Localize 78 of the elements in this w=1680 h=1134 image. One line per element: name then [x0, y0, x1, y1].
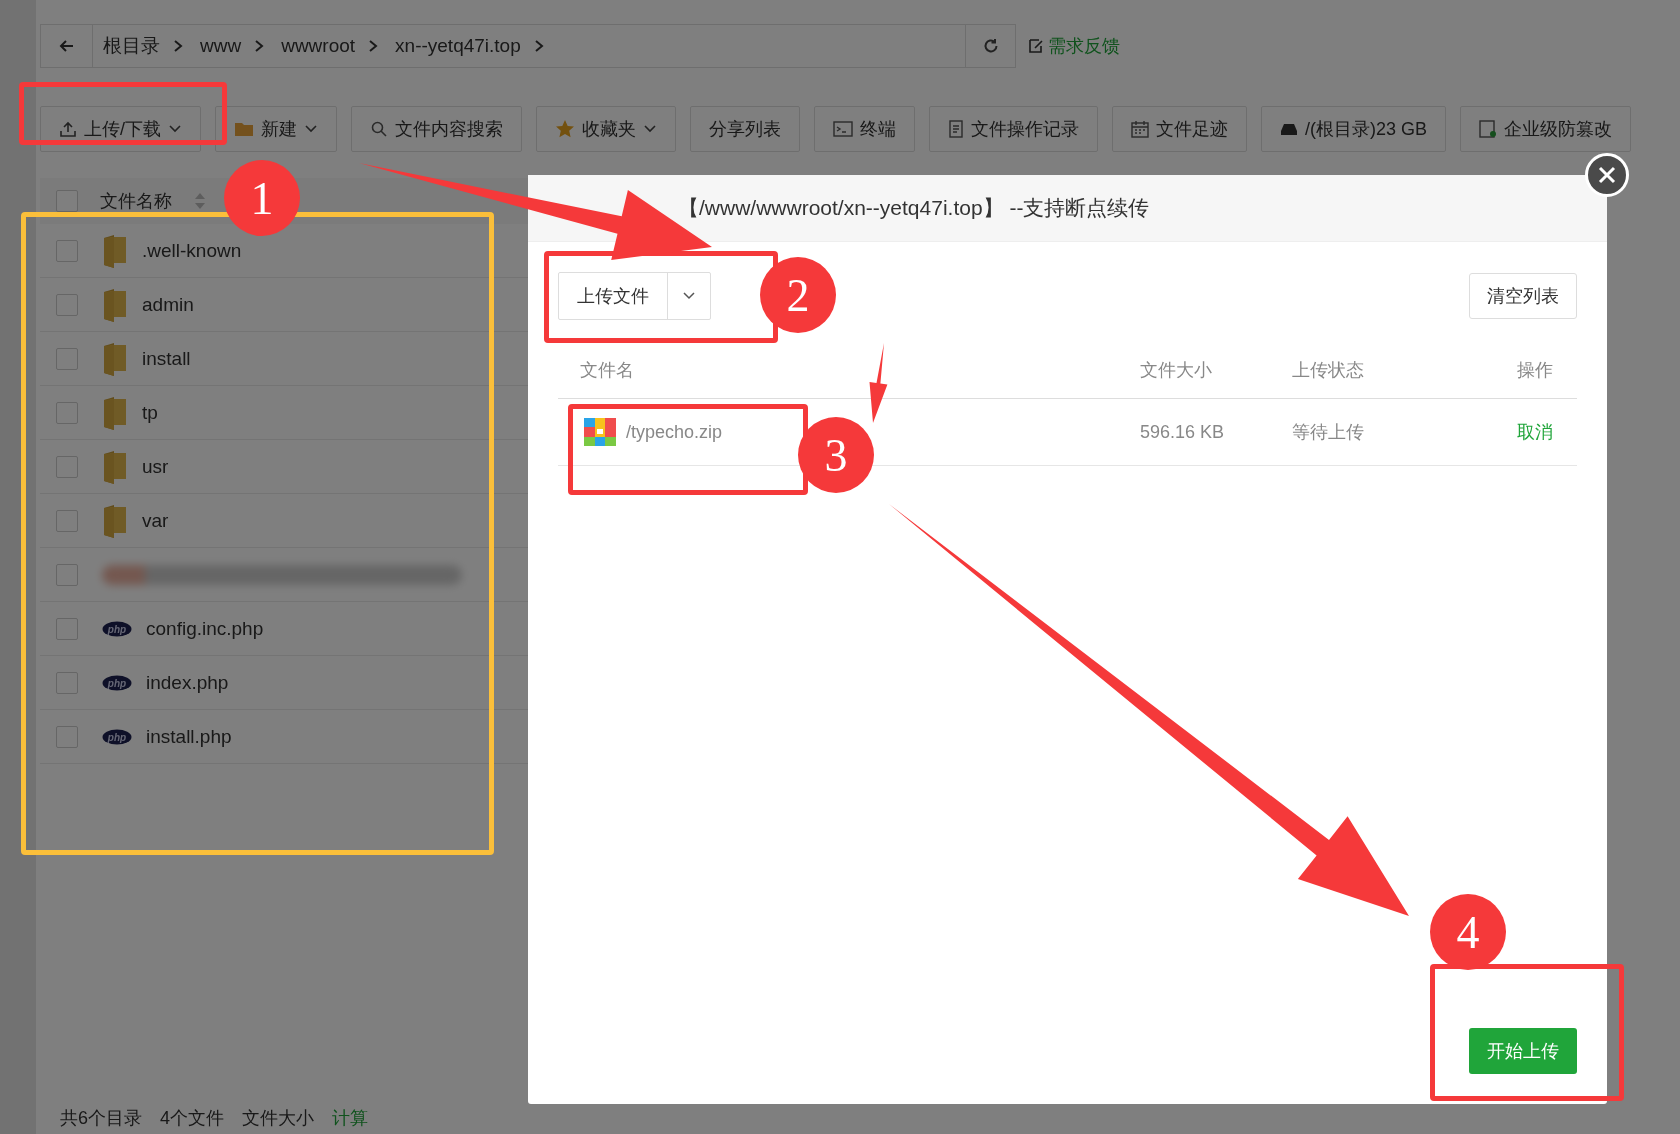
toolbar-button[interactable]: /(根目录)23 GB [1261, 106, 1447, 152]
file-name[interactable]: var [142, 509, 169, 532]
toolbar-button[interactable]: 企业级防篡改 [1460, 106, 1632, 152]
row-checkbox[interactable] [56, 347, 78, 370]
breadcrumb-item[interactable]: www [190, 35, 254, 57]
file-name: /typecho.zip [626, 421, 723, 443]
php-file-icon: php [102, 728, 132, 745]
caret-icon [682, 291, 696, 301]
toolbar-button[interactable]: 新建 [215, 106, 337, 152]
clear-list-button[interactable]: 清空列表 [1469, 273, 1577, 319]
cancel-link[interactable]: 取消 [1433, 420, 1577, 444]
folder-icon [102, 503, 128, 538]
select-all-checkbox[interactable] [56, 190, 78, 212]
row-checkbox[interactable] [56, 293, 78, 316]
directory-count: 共6个目录 [60, 1107, 142, 1130]
column-header: 操作 [1516, 359, 1554, 382]
calendar-icon [1131, 120, 1149, 138]
toolbar-button[interactable]: 分享列表 [690, 106, 800, 152]
caret-icon [304, 124, 318, 134]
document-icon [948, 120, 964, 138]
sort-icon [194, 192, 206, 210]
php-file-icon: php [102, 674, 132, 691]
folder-icon [234, 121, 254, 137]
upload-icon [59, 120, 77, 138]
calculate-link[interactable]: 计算 [332, 1106, 369, 1130]
column-header[interactable]: 文件名称 [100, 189, 172, 213]
upload-file-button[interactable]: 上传文件 [558, 272, 711, 320]
upload-status: 等待上传 [1292, 421, 1365, 444]
file-name[interactable]: admin [142, 293, 194, 316]
start-upload-button[interactable]: 开始上传 [1469, 1028, 1577, 1074]
file-name[interactable]: usr [142, 455, 169, 478]
star-icon [555, 119, 575, 139]
breadcrumb-item[interactable]: xn--yetq47i.top [385, 35, 533, 57]
toolbar-button[interactable]: 收藏夹 [536, 106, 676, 152]
dialog-title: 【/www/wwwroot/xn--yetq47i.top】 --支持断点续传 [678, 195, 1150, 221]
folder-icon [102, 395, 128, 430]
toolbar-button[interactable]: 文件内容搜索 [351, 106, 522, 152]
file-size: 596.16 KB [1140, 421, 1226, 443]
row-checkbox[interactable] [56, 671, 78, 694]
column-header: 文件名 [579, 359, 635, 382]
feedback-link[interactable]: 需求反馈 [1028, 34, 1120, 58]
file-count: 4个文件 [160, 1107, 225, 1130]
folder-icon [102, 287, 128, 322]
chevron-icon [253, 39, 266, 53]
folder-icon [102, 449, 128, 484]
file-name[interactable]: tp [142, 401, 158, 424]
row-checkbox[interactable] [56, 401, 78, 424]
row-checkbox[interactable] [56, 617, 78, 640]
edit-icon [1028, 38, 1044, 54]
close-icon [1596, 164, 1618, 186]
row-checkbox[interactable] [56, 239, 78, 262]
php-file-icon: php [102, 620, 132, 637]
column-header: 文件大小 [1140, 359, 1213, 382]
caret-icon [643, 124, 657, 134]
chevron-icon [172, 39, 184, 53]
file-name[interactable]: .well-known [142, 239, 242, 262]
row-checkbox[interactable] [56, 455, 78, 478]
file-name[interactable]: index.php [146, 671, 229, 694]
toolbar-button[interactable]: 文件足迹 [1112, 106, 1247, 152]
search-icon [370, 120, 388, 138]
folder-icon [102, 341, 128, 376]
breadcrumb-item[interactable]: 根目录 [93, 33, 172, 59]
chevron-icon [367, 39, 380, 53]
row-checkbox[interactable] [56, 725, 78, 748]
terminal-icon [833, 120, 853, 138]
toolbar-button[interactable]: 终端 [814, 106, 915, 152]
file-name[interactable]: install [142, 347, 191, 370]
row-checkbox[interactable] [56, 509, 78, 532]
toolbar-button[interactable]: 文件操作记录 [929, 106, 1098, 152]
archive-icon [584, 418, 616, 446]
row-checkbox[interactable] [56, 563, 78, 586]
size-label: 文件大小 [242, 1107, 315, 1130]
column-header: 上传状态 [1292, 359, 1365, 382]
file-name[interactable]: install.php [146, 725, 232, 748]
breadcrumb-item[interactable]: wwwroot [271, 35, 368, 57]
folder-icon [102, 233, 128, 268]
file-name[interactable]: config.inc.php [146, 617, 264, 640]
caret-icon [168, 124, 182, 134]
